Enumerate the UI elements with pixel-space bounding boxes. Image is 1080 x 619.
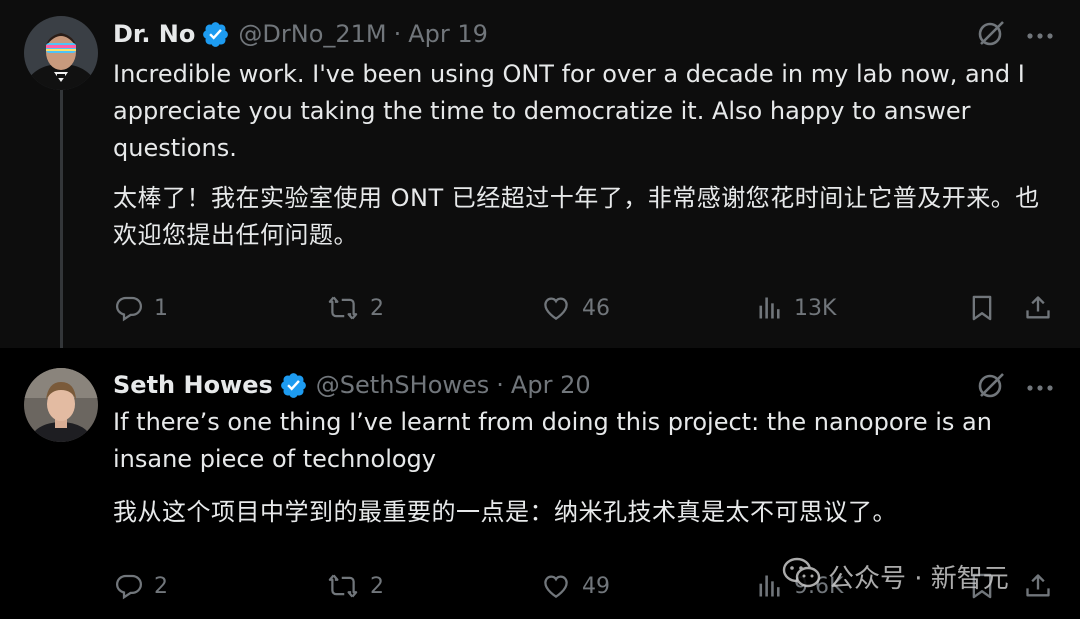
separator-dot: · bbox=[393, 20, 402, 48]
verified-badge-icon bbox=[201, 20, 230, 49]
tweet-date[interactable]: Apr 20 bbox=[511, 371, 591, 399]
tweet-dr-no[interactable]: Dr. No @DrNo_21M · Apr 19 Incredible wor bbox=[0, 0, 1080, 360]
tweet-text-english: Incredible work. I've been using ONT for… bbox=[113, 60, 1025, 162]
grok-icon[interactable] bbox=[976, 370, 1006, 404]
reply-icon bbox=[115, 574, 143, 600]
more-options-icon[interactable] bbox=[1026, 26, 1054, 45]
verified-badge-icon bbox=[279, 371, 308, 400]
tweet-header: Seth Howes @SethSHowes · Apr 20 bbox=[113, 368, 591, 402]
tweet-text-chinese: 我从这个项目中学到的最重要的一点是：纳米孔技术真是太不可思议了。 bbox=[113, 498, 897, 526]
display-name[interactable]: Dr. No bbox=[113, 20, 195, 48]
user-handle[interactable]: @SethSHowes bbox=[316, 371, 489, 399]
grok-icon[interactable] bbox=[976, 18, 1006, 52]
like-button[interactable]: 49 bbox=[540, 566, 610, 606]
share-button[interactable] bbox=[1024, 288, 1052, 328]
reply-count: 1 bbox=[154, 295, 168, 321]
heart-icon bbox=[544, 297, 568, 320]
views-button[interactable]: 13K bbox=[756, 288, 836, 328]
share-icon bbox=[1026, 296, 1050, 319]
like-count: 49 bbox=[582, 573, 610, 599]
watermark: 公众号 · 新智元 bbox=[782, 556, 1009, 597]
share-icon bbox=[1026, 574, 1050, 597]
action-bar: 1 2 46 13K bbox=[0, 288, 1080, 328]
watermark-text: 公众号 · 新智元 bbox=[828, 564, 1009, 594]
bookmark-button[interactable] bbox=[968, 288, 996, 328]
repost-button[interactable]: 2 bbox=[326, 288, 384, 328]
like-button[interactable]: 46 bbox=[540, 288, 610, 328]
repost-count: 2 bbox=[370, 295, 384, 321]
display-name[interactable]: Seth Howes bbox=[113, 371, 273, 399]
share-button[interactable] bbox=[1024, 566, 1052, 606]
separator-dot: · bbox=[496, 371, 504, 399]
tweet-top-actions bbox=[976, 370, 1054, 404]
avatar[interactable] bbox=[24, 16, 98, 90]
heart-icon bbox=[544, 575, 568, 598]
repost-icon bbox=[328, 296, 358, 320]
analytics-icon bbox=[759, 297, 780, 319]
reply-count: 2 bbox=[154, 573, 168, 599]
analytics-icon bbox=[759, 575, 780, 597]
view-count: 13K bbox=[794, 295, 837, 321]
reply-button[interactable]: 2 bbox=[114, 566, 168, 606]
more-options-icon[interactable] bbox=[1026, 378, 1054, 397]
tweet-header: Dr. No @DrNo_21M · Apr 19 bbox=[113, 17, 488, 51]
wechat-icon bbox=[782, 556, 822, 597]
avatar[interactable] bbox=[24, 368, 98, 442]
tweet-date[interactable]: Apr 19 bbox=[408, 20, 488, 48]
reply-icon bbox=[115, 296, 143, 322]
repost-count: 2 bbox=[370, 573, 384, 599]
bookmark-icon bbox=[972, 295, 992, 321]
tweet-top-actions bbox=[976, 18, 1054, 52]
reply-button[interactable]: 1 bbox=[114, 288, 168, 328]
tweet-text-english: If there’s one thing I’ve learnt from do… bbox=[113, 408, 992, 473]
repost-icon bbox=[328, 574, 358, 598]
like-count: 46 bbox=[582, 295, 610, 321]
repost-button[interactable]: 2 bbox=[326, 566, 384, 606]
tweet-text-chinese: 太棒了！我在实验室使用 ONT 已经超过十年了，非常感谢您花时间让它普及开来。也… bbox=[113, 184, 1040, 249]
user-handle[interactable]: @DrNo_21M bbox=[238, 20, 386, 48]
